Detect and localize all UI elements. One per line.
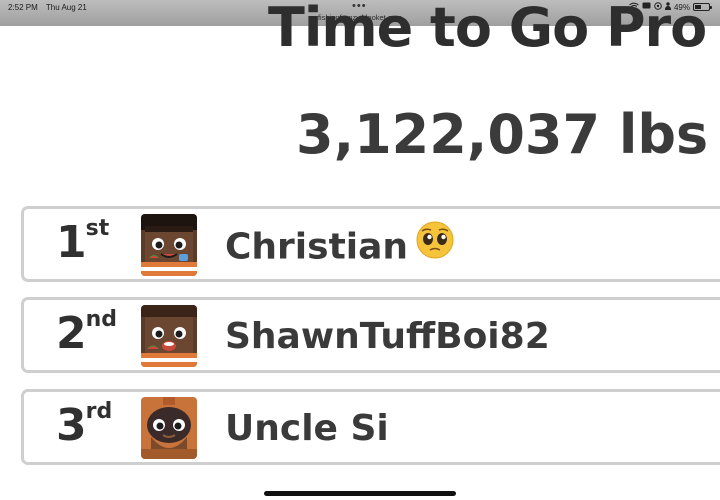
place-label: 1st [56, 216, 136, 268]
leaderboard-row: 2nd ShawnTuffBoi82 [21, 297, 720, 373]
place-suffix: nd [85, 307, 118, 332]
status-time: 2:52 PM [8, 3, 38, 12]
player-name: Christian [225, 221, 454, 272]
page-title: Time to Go Pro [268, 0, 707, 59]
player-avatar [141, 214, 197, 276]
place-number: 1 [56, 217, 87, 268]
place-suffix: st [85, 216, 110, 241]
place-number: 2 [56, 308, 87, 359]
total-score: 3,122,037 lbs [296, 103, 709, 166]
status-date: Thu Aug 21 [45, 3, 87, 12]
player-avatar [141, 305, 197, 367]
player-avatar [141, 397, 197, 459]
place-label: 3rd [56, 399, 136, 451]
player-name: ShawnTuffBoi82 [225, 316, 550, 357]
place-label: 2nd [56, 307, 136, 359]
status-left: 2:52 PM Thu Aug 21 [8, 3, 93, 12]
place-number: 3 [56, 400, 87, 451]
leaderboard-row: 1st Christian [21, 206, 720, 282]
home-indicator[interactable] [264, 491, 456, 496]
pleading-face-emoji-icon [416, 221, 454, 268]
player-name: Uncle Si [225, 408, 389, 449]
place-suffix: rd [85, 399, 113, 424]
leaderboard-row: 3rd Uncle Si [21, 389, 720, 465]
